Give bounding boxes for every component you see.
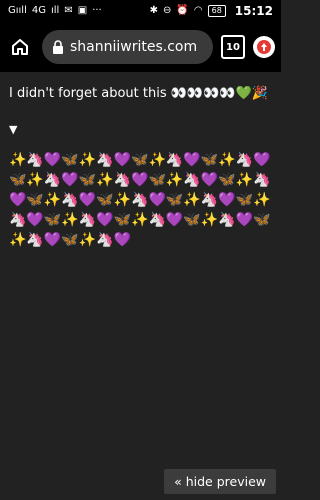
home-icon — [12, 39, 28, 55]
post-content: I didn't forget about this 👀👀👀👀💚🎉 ▼ ✨🦄💜🦋… — [0, 72, 281, 256]
dots-icon: ··· — [92, 5, 102, 16]
signal-text: Gııll — [8, 5, 27, 16]
tab-switcher-button[interactable]: 10 — [221, 35, 245, 59]
dnd-icon: ⊖ — [163, 5, 172, 16]
status-bar: Gııll 4G ıll ✉ ▣ ··· ✱ ⊖ ⏰ ◠ 68 15:12 — [0, 0, 281, 22]
app-icon: ▣ — [77, 5, 88, 16]
alarm-icon: ⏰ — [176, 5, 189, 16]
upload-button[interactable] — [253, 36, 275, 58]
battery-icon: 68 — [207, 5, 226, 17]
bluetooth-icon: ✱ — [149, 5, 159, 16]
network-label: 4G — [31, 5, 46, 16]
status-left: Gııll 4G ıll ✉ ▣ ··· — [8, 6, 102, 16]
notification-icon: ✉ — [64, 5, 73, 16]
clock: 15:12 — [234, 4, 273, 18]
expand-toggle[interactable]: ▼ — [9, 123, 272, 136]
status-right: ✱ ⊖ ⏰ ◠ 68 15:12 — [150, 4, 273, 18]
lock-icon — [53, 40, 63, 54]
browser-toolbar: shanniiwrites.com 10 — [0, 22, 281, 72]
url-bar[interactable]: shanniiwrites.com — [42, 30, 213, 64]
emoji-block: ✨🦄💜🦋✨🦄💜🦋✨🦄💜🦋✨🦄💜🦋✨🦄💜🦋✨🦄💜🦋✨🦄💜🦋✨🦄💜🦋✨🦄💜🦋✨🦄💜🦋… — [9, 152, 271, 248]
url-text: shanniiwrites.com — [70, 39, 198, 55]
upload-icon — [257, 40, 271, 54]
wifi-icon: ◠ — [193, 5, 203, 16]
post-message: I didn't forget about this 👀👀👀👀💚🎉 — [9, 86, 268, 101]
signal-bars: ıll — [51, 5, 60, 16]
hide-preview-button[interactable]: « hide preview — [164, 469, 276, 494]
home-button[interactable] — [6, 33, 34, 61]
